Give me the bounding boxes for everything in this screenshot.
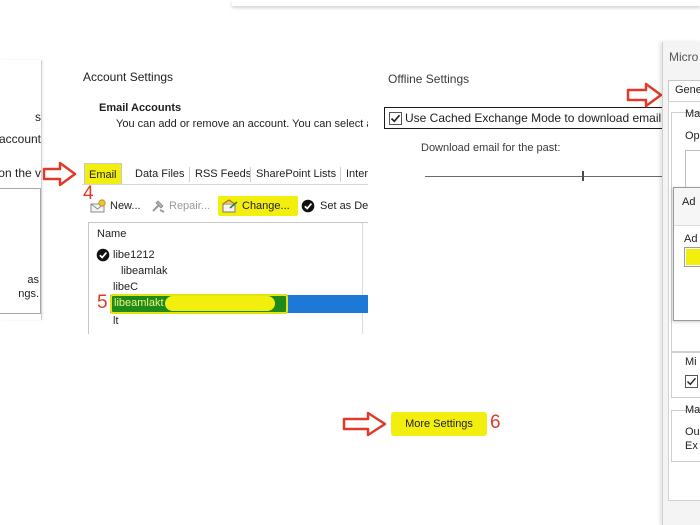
exchange-settings-window: Micro Gene Ma Op Ad Ad Mi Ma Ou Ex [662,42,700,525]
top-window-edge [232,0,700,6]
account-name: libeC [113,281,139,293]
email-accounts-heading: Email Accounts [99,102,182,114]
tab-rss-feeds[interactable]: RSS Feeds [192,165,254,184]
list-item[interactable]: libeC [113,281,138,293]
set-as-default-button[interactable]: Set as Def [301,196,368,216]
window-title: Micro [669,50,699,64]
download-period-label: Download email for the past: [421,142,561,154]
step-number-5: 5 [97,292,108,313]
checkmark-icon [687,377,697,386]
list-item[interactable]: libeamlak [121,265,167,277]
list-header: Name [89,223,368,245]
tab-divider [340,167,341,182]
list-column-divider [362,223,363,334]
account-toolbar: New... Repair... Change... Set as Def [88,196,368,216]
tab-divider [189,167,190,182]
selected-account-name: libeamlakt [114,297,164,309]
option-label: Ou [685,426,700,438]
input-highlight [686,249,700,265]
option-label: Op [685,130,700,142]
change-button-label: Change... [242,200,290,212]
new-button[interactable]: New... [90,196,141,216]
redaction-mark [165,296,275,311]
account-name: libe1212 [113,249,155,261]
account-settings-title: Account Settings [83,70,174,84]
tab-sharepoint-lists[interactable]: SharePoint Lists [253,165,339,184]
left-box-text-1: as [27,274,39,286]
dialog-title: Ad [682,196,696,208]
step-number-6: 6 [490,412,501,433]
tab-email[interactable]: Email [84,163,122,184]
change-icon [222,199,238,213]
list-item[interactable]: libe1212 [96,248,155,262]
checkmark-icon [390,114,401,123]
group-label: Mi [685,356,697,368]
cached-mode-option[interactable]: Use Cached Exchange Mode to download ema… [384,107,664,129]
repair-button[interactable]: Repair... [150,196,210,216]
option-checkbox[interactable] [685,375,698,388]
cached-mode-checkbox[interactable] [389,112,402,125]
option-label: Ex [685,440,698,452]
tab-general-label: Gene [675,84,700,96]
account-tabs: Email Data Files RSS Feeds SharePoint Li… [82,163,368,185]
arrow-icon-email [42,161,77,187]
download-period-slider[interactable] [425,176,663,177]
account-name: lt [113,315,119,327]
set-as-default-label: Set as Def [320,200,368,212]
offline-settings-title: Offline Settings [388,72,470,86]
left-text-3: on the v [0,166,41,180]
account-name: libeamlak [121,265,168,277]
left-text-2: account [0,132,41,146]
email-accounts-description: You can add or remove an account. You ca… [116,118,368,130]
new-account-icon [90,199,106,213]
cached-mode-label: Use Cached Exchange Mode to download ema… [405,111,664,125]
group-label: Ma [685,404,700,416]
dialog-field-label: Ad [684,233,698,245]
tab-internet-calendars[interactable]: Inter [343,165,368,184]
left-box-text-2: ngs. [18,288,39,300]
arrow-icon-more-settings [342,411,387,437]
slider-thumb[interactable] [582,171,584,181]
new-button-label: New... [110,200,141,212]
account-list: Name libe1212 libeamlak libeC libeamlakt… [88,222,368,334]
tab-divider [250,167,251,182]
change-button[interactable]: Change... [221,196,290,216]
repair-button-label: Repair... [169,200,210,212]
list-item[interactable]: lt [113,315,119,327]
left-clipped-box: as ngs. [0,188,41,314]
default-check-icon [96,248,110,262]
group-label: Ma [685,108,700,120]
list-header-name[interactable]: Name [97,228,126,240]
tab-data-files[interactable]: Data Files [132,165,188,184]
left-text-1: s [35,110,41,124]
arrow-icon-general [626,82,663,108]
repair-icon [152,200,165,213]
more-settings-button[interactable]: More Settings [391,412,487,436]
check-circle-icon [301,199,315,213]
